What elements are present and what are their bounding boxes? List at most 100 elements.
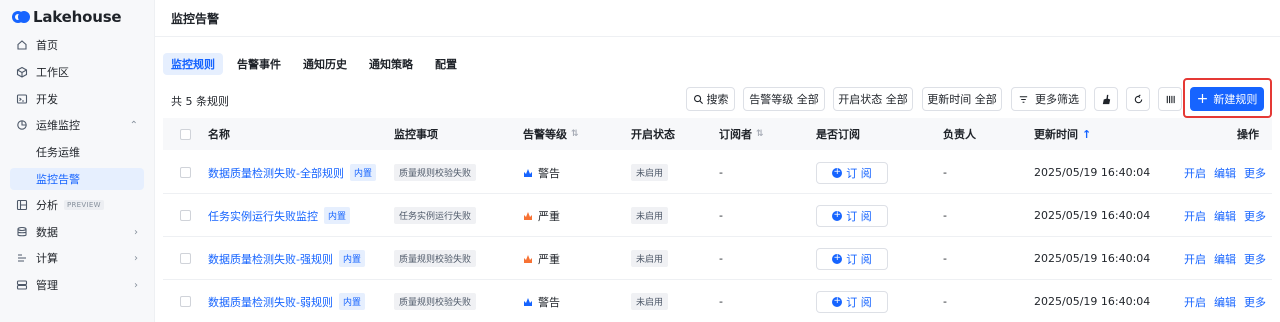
column-header-subscribers[interactable]: 订阅者 ⇅ — [719, 118, 764, 150]
tab-bar: 监控规则 告警事件 通知历史 通知策略 配置 — [163, 53, 471, 75]
column-header-level[interactable]: 告警等级 ⇅ — [523, 118, 579, 150]
monitor-item-cell: 任务实例运行失败 — [394, 194, 477, 237]
chevron-right-icon: › — [134, 226, 138, 238]
row-checkbox[interactable] — [180, 151, 191, 194]
search-label: 搜索 — [706, 93, 729, 106]
sidebar-item-home[interactable]: 首页 — [10, 34, 144, 56]
subscribe-button[interactable]: + 订 阅 — [816, 290, 888, 313]
subscribe-cell: + 订 阅 — [816, 151, 888, 194]
column-header-actions: 操作 — [1237, 128, 1259, 141]
tab-notify-policy[interactable]: 通知策略 — [361, 53, 421, 75]
sidebar-item-task-ops[interactable]: 任务运维 — [10, 141, 144, 163]
home-icon — [16, 39, 28, 51]
subscriber-cell: - — [719, 295, 723, 308]
select-all-checkbox[interactable] — [180, 118, 191, 150]
subscriber-cell: - — [719, 252, 723, 265]
sidebar-item-manage[interactable]: 管理 › — [10, 274, 144, 296]
enable-status-filter[interactable]: 开启状态 全部 — [833, 87, 913, 111]
edit-link[interactable]: 编辑 — [1214, 251, 1236, 267]
rule-name-link[interactable]: 数据质量检测失败-弱规则 — [208, 294, 333, 310]
more-link[interactable]: 更多 — [1244, 294, 1266, 310]
owner-cell: - — [943, 252, 947, 265]
more-link[interactable]: 更多 — [1244, 251, 1266, 267]
enable-link[interactable]: 开启 — [1184, 165, 1206, 181]
builtin-tag: 内置 — [324, 207, 351, 224]
sidebar-item-workspace[interactable]: 工作区 — [10, 61, 144, 83]
chevron-right-icon: › — [134, 279, 138, 291]
more-link[interactable]: 更多 — [1244, 208, 1266, 224]
subscribe-label: 订 阅 — [846, 252, 872, 266]
new-rule-button[interactable]: + 新建规则 — [1190, 87, 1264, 111]
sort-icon: ⇅ — [756, 129, 764, 139]
sidebar-item-analysis[interactable]: 分析 PREVIEW — [10, 194, 144, 216]
row-checkbox[interactable] — [180, 194, 191, 237]
sort-icon: ⇅ — [571, 129, 579, 139]
subscribe-button[interactable]: + 订 阅 — [816, 247, 888, 270]
status-cell: 未启用 — [631, 194, 669, 237]
actions-cell: 开启 编辑 更多 — [1176, 194, 1266, 237]
enable-link[interactable]: 开启 — [1184, 208, 1206, 224]
sidebar-item-compute[interactable]: 计算 › — [10, 247, 144, 269]
status-cell: 未启用 — [631, 151, 669, 194]
column-settings-button[interactable] — [1158, 87, 1182, 111]
tab-monitor-rules[interactable]: 监控规则 — [163, 53, 223, 75]
column-header-subscribed: 是否订阅 — [816, 128, 860, 141]
status-badge: 未启用 — [631, 250, 669, 267]
row-checkbox[interactable] — [180, 237, 191, 280]
sidebar-item-label: 管理 — [36, 279, 58, 292]
more-filters-button[interactable]: 更多筛选 — [1011, 87, 1086, 111]
sidebar-item-develop[interactable]: 开发 — [10, 88, 144, 110]
column-header-name: 名称 — [208, 128, 230, 141]
brand-name: Lakehouse — [33, 8, 122, 26]
columns-icon — [1165, 94, 1176, 105]
updated-cell: 2025/05/19 16:40:04 — [1034, 209, 1151, 222]
update-time-filter[interactable]: 更新时间 全部 — [922, 87, 1002, 111]
column-header-status: 开启状态 — [631, 128, 675, 141]
refresh-button[interactable] — [1126, 87, 1150, 111]
rule-name-link[interactable]: 数据质量检测失败-强规则 — [208, 251, 333, 267]
lakehouse-logo-icon — [12, 11, 30, 23]
enable-link[interactable]: 开启 — [1184, 294, 1206, 310]
tab-notify-history[interactable]: 通知历史 — [295, 53, 355, 75]
alert-level-icon — [523, 211, 538, 221]
alert-level-filter[interactable]: 告警等级 全部 — [743, 87, 825, 111]
chevron-right-icon: › — [134, 252, 138, 264]
more-link[interactable]: 更多 — [1244, 165, 1266, 181]
plus-circle-icon: + — [832, 167, 843, 178]
compute-icon — [16, 252, 28, 264]
subscribe-cell: + 订 阅 — [816, 194, 888, 237]
monitor-item-cell: 质量规则校验失败 — [394, 280, 477, 322]
owner-cell: - — [943, 295, 947, 308]
edit-link[interactable]: 编辑 — [1214, 208, 1236, 224]
rule-name-link[interactable]: 任务实例运行失败监控 — [208, 208, 318, 224]
edit-link[interactable]: 编辑 — [1214, 165, 1236, 181]
rule-name-cell: 数据质量检测失败-弱规则 内置 — [208, 280, 365, 322]
sidebar-item-ops-monitor[interactable]: 运维监控 ⌃ — [10, 114, 144, 136]
tab-config[interactable]: 配置 — [427, 53, 465, 75]
alert-level-label: 严重 — [538, 209, 560, 223]
row-checkbox[interactable] — [180, 280, 191, 322]
analysis-icon — [16, 199, 28, 211]
tab-alert-events[interactable]: 告警事件 — [229, 53, 289, 75]
sidebar-item-label: 分析 — [36, 199, 58, 212]
preview-badge: PREVIEW — [64, 200, 104, 210]
monitor-icon — [16, 119, 28, 131]
rule-name-link[interactable]: 数据质量检测失败-全部规则 — [208, 165, 344, 181]
clear-filter-button[interactable] — [1094, 87, 1118, 111]
search-button[interactable]: 搜索 — [686, 87, 735, 111]
status-badge: 未启用 — [631, 164, 669, 181]
enable-link[interactable]: 开启 — [1184, 251, 1206, 267]
header-divider — [155, 36, 1280, 37]
subscribe-button[interactable]: + 订 阅 — [816, 161, 888, 184]
alert-level-label: 警告 — [538, 166, 560, 180]
sidebar-item-monitor-alert[interactable]: 监控告警 — [10, 168, 144, 190]
sidebar-item-data[interactable]: 数据 › — [10, 221, 144, 243]
column-header-updated[interactable]: 更新时间 ↑ — [1034, 118, 1091, 150]
table-header: 名称 监控事项 告警等级 ⇅ 开启状态 订阅者 ⇅ 是否订阅 负责人 更新时间 ↑ 操… — [163, 118, 1272, 150]
plus-icon: + — [1196, 91, 1209, 107]
edit-link[interactable]: 编辑 — [1214, 294, 1236, 310]
logo[interactable]: Lakehouse — [12, 8, 122, 26]
arrow-up-icon: ↑ — [1082, 127, 1092, 141]
subscribe-button[interactable]: + 订 阅 — [816, 204, 888, 227]
refresh-icon — [1133, 93, 1144, 105]
